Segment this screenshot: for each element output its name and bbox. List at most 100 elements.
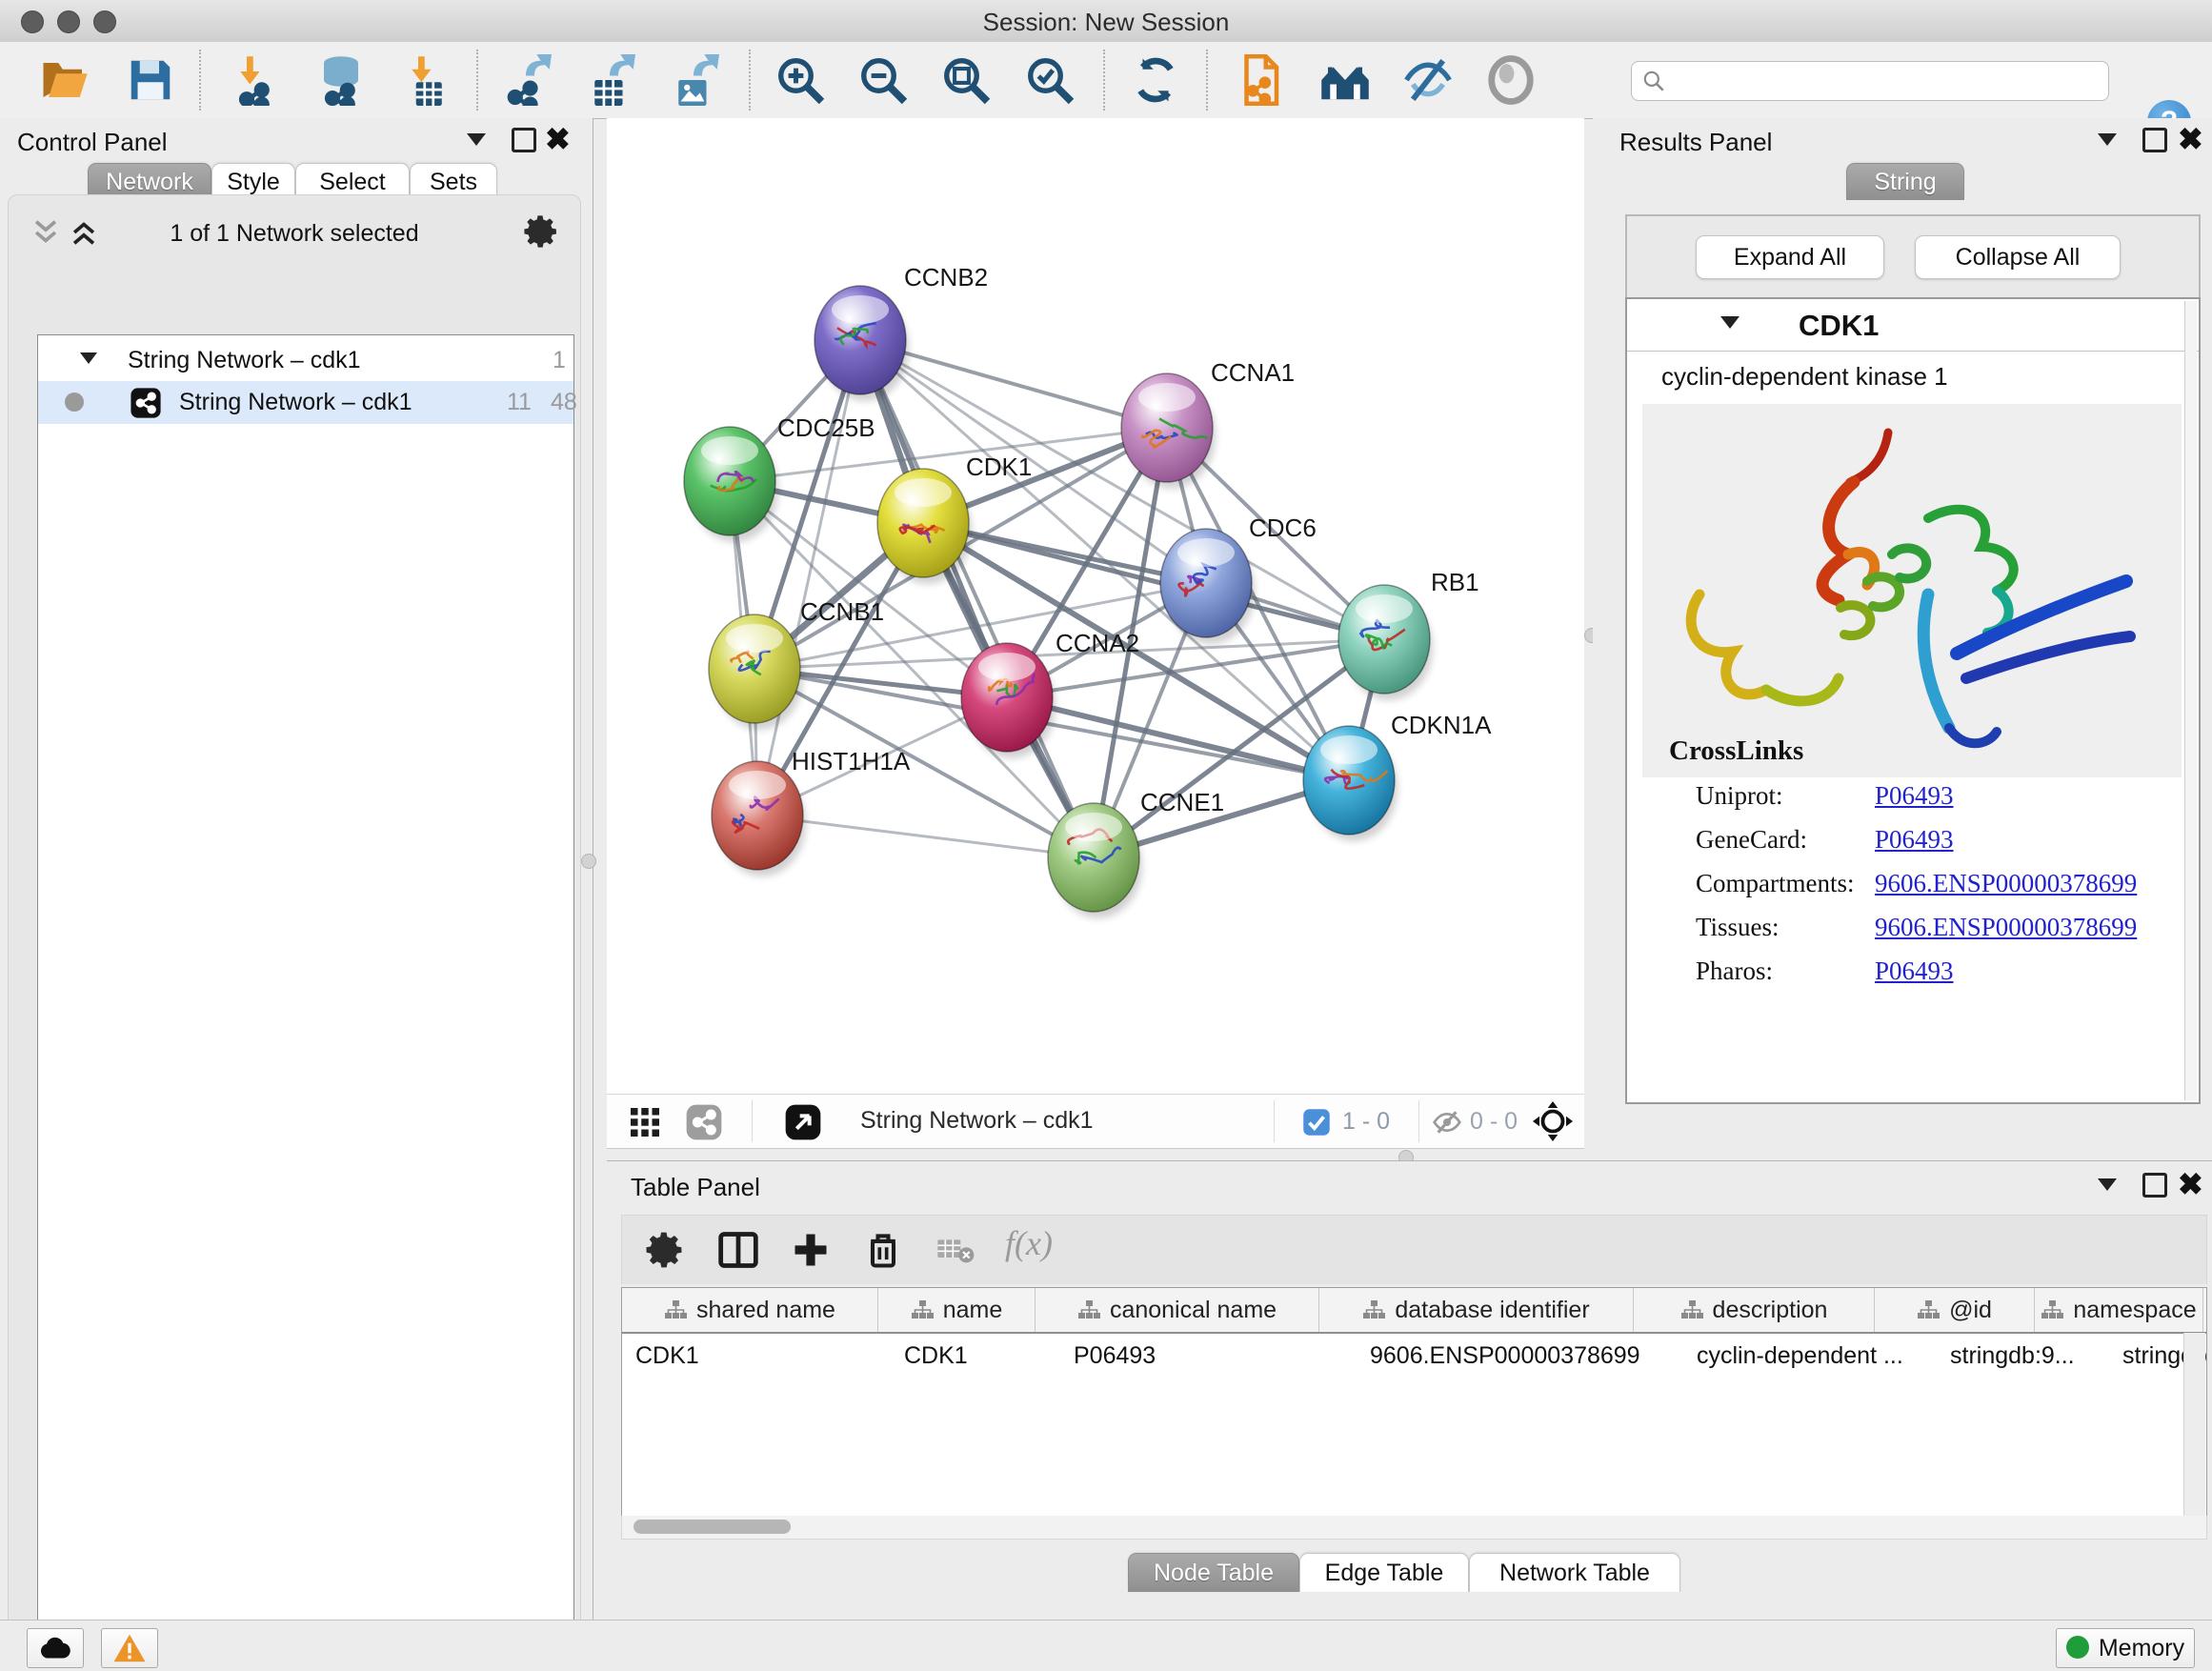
expand-all-button[interactable]: Expand All bbox=[1696, 235, 1884, 279]
table-row[interactable]: CDK1CDK1P064939606.ENSP00000378699cyclin… bbox=[622, 1334, 2206, 1378]
node-CDC25B[interactable]: CDC25B bbox=[684, 413, 875, 542]
toolbar-separator bbox=[1206, 50, 1208, 111]
import-network-icon[interactable] bbox=[230, 54, 281, 106]
edge-HIST1H1A-CCNE1[interactable] bbox=[757, 815, 1094, 857]
results-button-box: Expand All Collapse All bbox=[1625, 214, 2201, 300]
results-panel-close-icon[interactable]: ✖ bbox=[2178, 130, 2203, 149]
export-network-icon[interactable] bbox=[500, 54, 552, 106]
tab-node-table[interactable]: Node Table bbox=[1128, 1553, 1299, 1592]
selected-checkbox-icon[interactable] bbox=[1302, 1108, 1331, 1137]
column-header-name[interactable]: name bbox=[878, 1288, 1036, 1332]
open-session-icon[interactable] bbox=[39, 54, 90, 106]
protein-structure-image bbox=[1642, 404, 2182, 777]
tab-string[interactable]: String bbox=[1846, 163, 1964, 200]
column-header-shared-name[interactable]: shared name bbox=[622, 1288, 878, 1332]
save-session-icon[interactable] bbox=[125, 54, 176, 106]
node-CCNE1[interactable]: CCNE1 bbox=[1048, 788, 1224, 918]
table-panel-title: Table Panel bbox=[631, 1173, 760, 1202]
show-columns-icon[interactable] bbox=[717, 1229, 759, 1271]
column-header-label: description bbox=[1713, 1297, 1828, 1324]
warnings-button[interactable] bbox=[101, 1628, 158, 1668]
node-HIST1H1A[interactable]: HIST1H1A bbox=[712, 747, 911, 876]
table-vertical-scrollbar[interactable] bbox=[2183, 1333, 2205, 1516]
zoom-fit-icon[interactable] bbox=[940, 54, 992, 106]
node-label-CDK1: CDK1 bbox=[966, 453, 1032, 481]
control-panel-close-icon[interactable]: ✖ bbox=[545, 130, 571, 149]
column-header-canonical-name[interactable]: canonical name bbox=[1036, 1288, 1319, 1332]
hide-enhanced-labels-icon[interactable] bbox=[1402, 54, 1454, 106]
string-home-icon[interactable] bbox=[1319, 54, 1371, 106]
results-panel-float-icon[interactable] bbox=[2142, 128, 2167, 152]
gene-description: cyclin-dependent kinase 1 bbox=[1661, 362, 1948, 392]
network-canvas[interactable]: CCNB2CCNA1CDC25BCDK1CDC6RB1CCNB1CCNA2CDK… bbox=[607, 118, 1584, 1094]
import-table-icon[interactable] bbox=[401, 54, 452, 106]
add-column-icon[interactable] bbox=[790, 1229, 832, 1271]
crosslink-link[interactable]: 9606.ENSP00000378699 bbox=[1875, 913, 2137, 942]
grid-view-icon[interactable] bbox=[628, 1105, 662, 1139]
node-label-CCNB2: CCNB2 bbox=[904, 263, 988, 292]
network-badge-icon[interactable] bbox=[685, 1103, 723, 1141]
crosslink-link[interactable]: 9606.ENSP00000378699 bbox=[1875, 869, 2137, 898]
column-header-database-identifier[interactable]: database identifier bbox=[1319, 1288, 1634, 1332]
open-in-new-window-icon[interactable] bbox=[784, 1103, 822, 1141]
window-title: Session: New Session bbox=[0, 8, 2212, 37]
zoom-out-icon[interactable] bbox=[857, 54, 909, 106]
share-document-icon[interactable] bbox=[1234, 54, 1285, 106]
zoom-selected-icon[interactable] bbox=[1024, 54, 1076, 106]
crosslink-link[interactable]: P06493 bbox=[1875, 825, 1954, 855]
crosslink-link[interactable]: P06493 bbox=[1875, 956, 1954, 986]
table-panel-collapse-icon[interactable] bbox=[2098, 1178, 2117, 1191]
netbar-separator bbox=[752, 1100, 753, 1142]
node-RB1[interactable]: RB1 bbox=[1338, 568, 1479, 700]
main-toolbar: ? bbox=[0, 42, 2212, 119]
delete-table-icon bbox=[936, 1235, 975, 1265]
edge-HIST1H1A-CCNB2[interactable] bbox=[757, 340, 860, 815]
control-panel-float-icon[interactable] bbox=[512, 128, 536, 152]
edge-CCNB2-CCNE1[interactable] bbox=[860, 340, 1094, 857]
node-label-CDC6: CDC6 bbox=[1249, 513, 1317, 542]
network-collection-row[interactable]: String Network – cdk1 1 bbox=[38, 339, 573, 382]
column-header-namespace[interactable]: namespace bbox=[2035, 1288, 2203, 1332]
export-image-icon[interactable] bbox=[668, 54, 719, 106]
control-panel-collapse-icon[interactable] bbox=[467, 133, 486, 146]
status-bar: Memory bbox=[0, 1620, 2212, 1671]
node-label-RB1: RB1 bbox=[1431, 568, 1479, 596]
refresh-icon[interactable] bbox=[1130, 54, 1181, 106]
table-panel-close-icon[interactable]: ✖ bbox=[2178, 1175, 2203, 1194]
table-settings-gear-icon[interactable] bbox=[645, 1229, 687, 1271]
cloud-button[interactable] bbox=[27, 1628, 84, 1668]
search-input[interactable] bbox=[1674, 64, 2097, 96]
show-graphics-details-icon[interactable] bbox=[1485, 54, 1537, 106]
network-row-selected[interactable]: String Network – cdk1 11 48 bbox=[38, 381, 573, 424]
node-label-CDKN1A: CDKN1A bbox=[1391, 711, 1492, 739]
column-header--id[interactable]: @id bbox=[1875, 1288, 2035, 1332]
results-panel-collapse-icon[interactable] bbox=[2098, 133, 2117, 146]
collection-count: 1 bbox=[553, 347, 566, 374]
tab-network-table[interactable]: Network Table bbox=[1469, 1553, 1680, 1592]
memory-button[interactable]: Memory bbox=[2056, 1628, 2195, 1668]
control-panel: Control Panel ✖ Network Style Select Set… bbox=[0, 118, 593, 1620]
column-header-description[interactable]: description bbox=[1634, 1288, 1875, 1332]
node-CDKN1A[interactable]: CDKN1A bbox=[1303, 711, 1492, 841]
export-table-icon[interactable] bbox=[584, 54, 635, 106]
import-network-from-database-icon[interactable] bbox=[315, 54, 367, 106]
table-panel-float-icon[interactable] bbox=[2142, 1173, 2167, 1198]
crosslink-label: Uniprot: bbox=[1696, 781, 1783, 810]
results-panel: Results Panel ✖ String Expand All Collap… bbox=[1593, 118, 2212, 1172]
delete-column-icon[interactable] bbox=[862, 1229, 904, 1271]
left-splitter-handle[interactable] bbox=[581, 854, 596, 869]
table-horizontal-scrollbar[interactable] bbox=[621, 1516, 2207, 1540]
results-scrollbar[interactable] bbox=[2184, 301, 2197, 1100]
results-panel-title: Results Panel bbox=[1619, 128, 1772, 157]
birdseye-navigator-icon[interactable] bbox=[1533, 1101, 1573, 1141]
gene-section-header[interactable]: CDK1 bbox=[1627, 303, 2199, 352]
options-gear-icon[interactable] bbox=[523, 212, 561, 251]
collapse-all-button[interactable]: Collapse All bbox=[1915, 235, 2121, 279]
node-CCNB2[interactable]: CCNB2 bbox=[814, 263, 988, 401]
crosslink-link[interactable]: P06493 bbox=[1875, 781, 1954, 811]
node-label-HIST1H1A: HIST1H1A bbox=[792, 747, 911, 775]
hidden-eye-icon[interactable] bbox=[1432, 1107, 1462, 1137]
zoom-in-icon[interactable] bbox=[774, 54, 826, 106]
node-CDC6[interactable]: CDC6 bbox=[1160, 513, 1317, 644]
tab-edge-table[interactable]: Edge Table bbox=[1299, 1553, 1469, 1592]
